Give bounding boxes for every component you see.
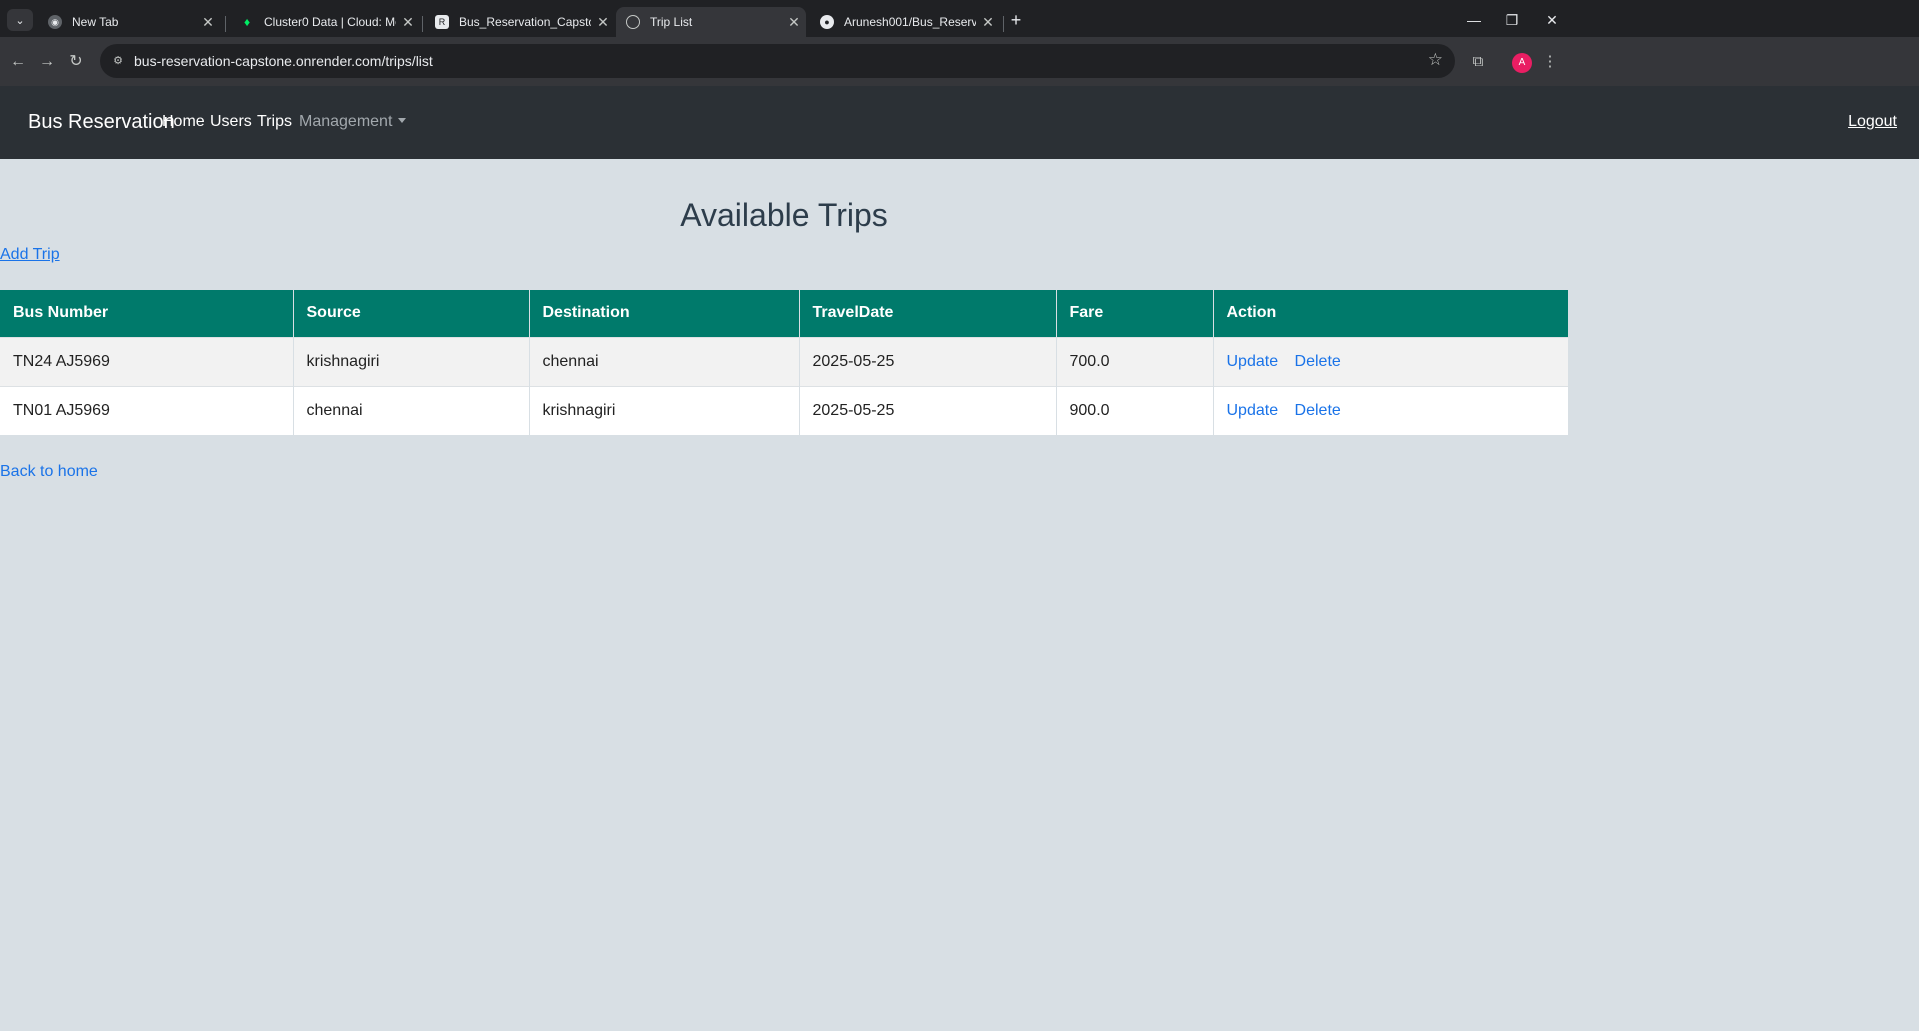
chrome-icon: ◉	[48, 15, 62, 29]
mongodb-leaf-icon: ♦	[243, 15, 251, 29]
header-bus-number: Bus Number	[0, 290, 294, 337]
cell-destination: krishnagiri	[529, 385, 800, 435]
cell-bus-number: TN24 AJ5969	[0, 336, 294, 386]
extensions-icon[interactable]: ⧉	[1466, 50, 1490, 74]
tab-github[interactable]: ● Arunesh001/Bus_Reservation_Capstone ✕	[810, 7, 1000, 37]
update-link[interactable]: Update	[1227, 353, 1279, 370]
tab-trip-list[interactable]: Trip List ✕	[616, 7, 806, 37]
cell-source: krishnagiri	[293, 336, 530, 386]
logout-link[interactable]: Logout	[1848, 113, 1897, 131]
tab-separator	[422, 16, 423, 32]
cell-bus-number: TN01 AJ5969	[0, 385, 294, 435]
site-info-icon[interactable]: ⚙	[109, 52, 127, 70]
header-travel-date: TravelDate	[799, 290, 1057, 337]
nav-management-dropdown[interactable]: Management	[299, 113, 407, 131]
close-tab-icon[interactable]: ✕	[782, 14, 806, 31]
tab-title: New Tab	[72, 15, 119, 29]
header-destination: Destination	[529, 290, 800, 337]
browser-toolbar: ← → ↻ ⚙ bus-reservation-capstone.onrende…	[0, 37, 1919, 86]
new-tab-button[interactable]: +	[1004, 8, 1028, 32]
cell-fare: 900.0	[1056, 385, 1214, 435]
nav-management-label: Management	[299, 113, 393, 130]
tab-separator	[225, 16, 226, 32]
bookmark-star-icon[interactable]: ☆	[1428, 50, 1443, 70]
brand-link[interactable]: Bus Reservation	[28, 111, 175, 134]
tab-title: Bus_Reservation_Capstone · Web	[459, 15, 591, 29]
cell-travel-date: 2025-05-25	[799, 385, 1057, 435]
table-header-row: Bus Number Source Destination TravelDate…	[0, 290, 1568, 337]
cell-action: Update Delete	[1213, 336, 1568, 386]
back-icon[interactable]: ←	[6, 50, 30, 74]
render-icon: R	[435, 15, 449, 29]
globe-icon	[626, 15, 640, 29]
address-bar[interactable]: ⚙ bus-reservation-capstone.onrender.com/…	[100, 44, 1455, 78]
github-icon: ●	[820, 15, 834, 29]
tab-search-chevron-icon[interactable]: ⌄	[7, 9, 33, 31]
url-text[interactable]: bus-reservation-capstone.onrender.com/tr…	[134, 53, 433, 69]
minimize-icon[interactable]: —	[1456, 6, 1492, 34]
header-action: Action	[1213, 290, 1568, 337]
tab-mongodb[interactable]: ♦ Cluster0 Data | Cloud: MongoDB ✕	[230, 7, 420, 37]
add-trip-link[interactable]: Add Trip	[0, 246, 60, 264]
close-tab-icon[interactable]: ✕	[591, 14, 615, 31]
forward-icon[interactable]: →	[35, 50, 59, 74]
table-row: TN24 AJ5969 krishnagiri chennai 2025-05-…	[0, 336, 1568, 386]
header-fare: Fare	[1056, 290, 1214, 337]
tab-new-tab[interactable]: ◉ New Tab ✕	[38, 7, 220, 37]
cell-fare: 700.0	[1056, 336, 1214, 386]
tab-title: Arunesh001/Bus_Reservation_Capstone	[844, 15, 976, 29]
delete-link[interactable]: Delete	[1295, 353, 1341, 370]
cell-action: Update Delete	[1213, 385, 1568, 435]
cell-destination: chennai	[529, 336, 800, 386]
cell-source: chennai	[293, 385, 530, 435]
tab-render[interactable]: R Bus_Reservation_Capstone · Web ✕	[425, 7, 615, 37]
close-window-icon[interactable]: ✕	[1534, 6, 1570, 34]
tab-title: Cluster0 Data | Cloud: MongoDB	[264, 15, 396, 29]
close-tab-icon[interactable]: ✕	[196, 14, 220, 31]
browser-tab-bar: ⌄ ◉ New Tab ✕ ♦ Cluster0 Data | Cloud: M…	[0, 0, 1919, 37]
nav-users[interactable]: Users	[210, 113, 252, 131]
chevron-down-icon	[398, 118, 407, 123]
menu-kebab-icon[interactable]: ⋮	[1538, 50, 1562, 74]
profile-avatar[interactable]: A	[1512, 53, 1532, 73]
nav-trips[interactable]: Trips	[257, 113, 292, 131]
cell-travel-date: 2025-05-25	[799, 336, 1057, 386]
page-title: Available Trips	[680, 197, 888, 233]
close-tab-icon[interactable]: ✕	[396, 14, 420, 31]
trips-table: Bus Number Source Destination TravelDate…	[0, 290, 1568, 435]
nav-home[interactable]: Home	[162, 113, 205, 131]
table-row: TN01 AJ5969 chennai krishnagiri 2025-05-…	[0, 385, 1568, 435]
restore-icon[interactable]: ❐	[1494, 6, 1530, 34]
app-navbar: Bus Reservation Home Users Trips Managem…	[0, 86, 1919, 159]
delete-link[interactable]: Delete	[1295, 402, 1341, 419]
update-link[interactable]: Update	[1227, 402, 1279, 419]
back-to-home-link[interactable]: Back to home	[0, 463, 98, 481]
tab-title: Trip List	[650, 15, 693, 29]
header-source: Source	[293, 290, 530, 337]
close-tab-icon[interactable]: ✕	[976, 14, 1000, 31]
reload-icon[interactable]: ↻	[64, 50, 88, 74]
